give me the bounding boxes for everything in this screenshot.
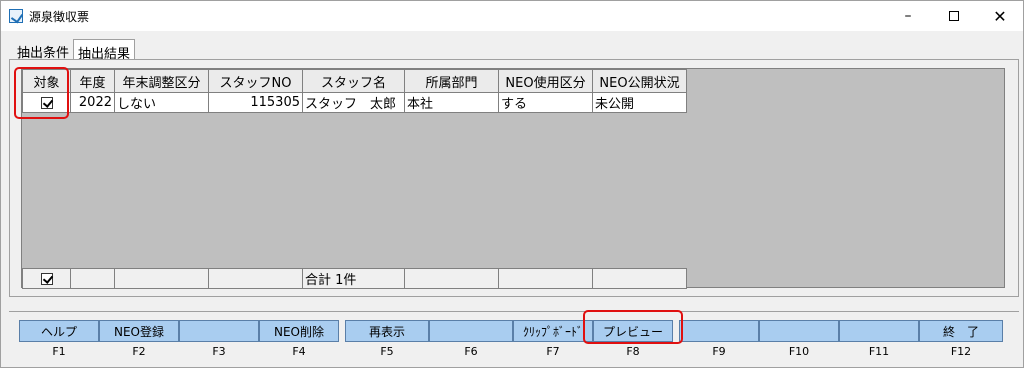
- footer-target-cell[interactable]: [22, 268, 71, 289]
- row-dept: 本社: [404, 92, 499, 113]
- fkey-label: F11: [868, 345, 890, 358]
- f11-button[interactable]: [839, 320, 919, 342]
- maximize-icon: [949, 11, 959, 21]
- function-key-bar: ヘルプ F1 NEO登録 F2 F3 NEO削除 F4 再表示 F5 F6 ｸﾘ…: [9, 311, 1019, 361]
- clipboard-button[interactable]: ｸﾘｯﾌﾟﾎﾞｰﾄﾞ: [513, 320, 593, 342]
- tab-extract-results[interactable]: 抽出結果: [73, 39, 136, 62]
- title-bar: 源泉徴収票 – ✕: [1, 1, 1023, 31]
- refresh-button[interactable]: 再表示: [345, 320, 429, 342]
- fkey-label: F5: [380, 345, 394, 358]
- minimize-button[interactable]: –: [885, 1, 931, 31]
- tab-bar: 抽出条件 抽出結果: [13, 39, 136, 62]
- footer-cell: [114, 268, 209, 289]
- footer-row: 合計 1件: [22, 268, 687, 289]
- f3-button[interactable]: [179, 320, 259, 342]
- footer-total: 合計 1件: [302, 268, 405, 289]
- grid-header-row: 対象 年度 年末調整区分 スタッフNO スタッフ名 所属部門 NEO使用区分 N…: [22, 69, 687, 93]
- fkey-label: F9: [712, 345, 726, 358]
- col-header-neo-status[interactable]: NEO公開状況: [592, 69, 687, 93]
- neo-register-button[interactable]: NEO登録: [99, 320, 179, 342]
- row-staff-name: スタッフ 太郎: [302, 92, 405, 113]
- col-header-dept[interactable]: 所属部門: [404, 69, 499, 93]
- window-title: 源泉徴収票: [29, 10, 90, 24]
- fkey-label: F6: [464, 345, 478, 358]
- grid-footer: 合計 1件: [22, 268, 687, 289]
- fkey-label: F2: [132, 345, 146, 358]
- tab-extract-conditions[interactable]: 抽出条件: [13, 39, 73, 61]
- fkey-label: F3: [212, 345, 226, 358]
- row-neo-status: 未公開: [592, 92, 687, 113]
- footer-cell: [592, 268, 687, 289]
- footer-cell: [404, 268, 499, 289]
- row-adjust: しない: [114, 92, 209, 113]
- neo-delete-button[interactable]: NEO削除: [259, 320, 339, 342]
- col-header-year[interactable]: 年度: [70, 69, 115, 93]
- app-window: 源泉徴収票 – ✕ 抽出条件 抽出結果 対象 年度 年末調整区分 スタッフNO …: [0, 0, 1024, 368]
- app-icon: [9, 9, 23, 23]
- col-header-adjust[interactable]: 年末調整区分: [114, 69, 209, 93]
- fkey-label: F10: [788, 345, 810, 358]
- maximize-button[interactable]: [931, 1, 977, 31]
- col-header-staff-name[interactable]: スタッフ名: [302, 69, 405, 93]
- col-header-staff-no[interactable]: スタッフNO: [208, 69, 303, 93]
- table-row[interactable]: 2022 しない 115305 スタッフ 太郎 本社 する 未公開: [22, 92, 687, 113]
- exit-button[interactable]: 終 了: [919, 320, 1003, 342]
- f9-button[interactable]: [679, 320, 759, 342]
- footer-cell: [498, 268, 593, 289]
- row-neo-use: する: [498, 92, 593, 113]
- fkey-label: F12: [950, 345, 972, 358]
- results-panel: 対象 年度 年末調整区分 スタッフNO スタッフ名 所属部門 NEO使用区分 N…: [9, 59, 1019, 297]
- help-button[interactable]: ヘルプ: [19, 320, 99, 342]
- row-year: 2022: [70, 92, 115, 113]
- row-staff-no: 115305: [208, 92, 303, 113]
- fkey-label: F7: [546, 345, 560, 358]
- f6-button[interactable]: [429, 320, 513, 342]
- footer-cell: [70, 268, 115, 289]
- close-button[interactable]: ✕: [977, 1, 1023, 31]
- fkey-label: F4: [292, 345, 306, 358]
- results-grid: 対象 年度 年末調整区分 スタッフNO スタッフ名 所属部門 NEO使用区分 N…: [21, 68, 1005, 289]
- grid-table: 対象 年度 年末調整区分 スタッフNO スタッフ名 所属部門 NEO使用区分 N…: [22, 69, 687, 113]
- fkey-label: F8: [626, 345, 640, 358]
- select-all-checkbox[interactable]: [40, 272, 53, 285]
- highlight-preview-button: [583, 310, 683, 344]
- footer-cell: [208, 268, 303, 289]
- col-header-neo-use[interactable]: NEO使用区分: [498, 69, 593, 93]
- f10-button[interactable]: [759, 320, 839, 342]
- fkey-label: F1: [52, 345, 66, 358]
- highlight-target-column: [14, 67, 69, 119]
